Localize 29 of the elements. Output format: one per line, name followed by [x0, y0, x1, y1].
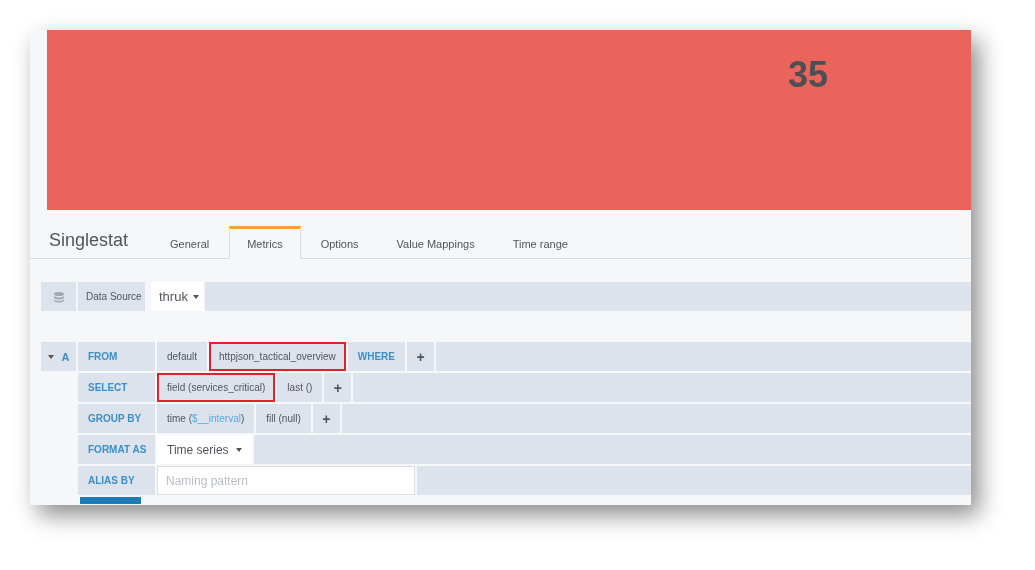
query-segment[interactable]: httpjson_tactical_overview: [209, 342, 346, 371]
query-keyword: GROUP BY: [78, 404, 155, 433]
query-keyword: FROM: [78, 342, 155, 371]
caret-icon: [236, 447, 242, 452]
add-button[interactable]: +: [312, 404, 340, 433]
database-icon: [52, 290, 65, 303]
editor-tab[interactable]: Time range: [494, 226, 586, 259]
query-keyword: ALIAS BY: [78, 466, 155, 495]
add-button[interactable]: +: [407, 342, 434, 371]
format-select[interactable]: Time series: [157, 435, 252, 464]
panel-type-title: Singlestat: [49, 230, 129, 252]
add-query-button[interactable]: [80, 497, 141, 504]
alias-input[interactable]: Naming pattern: [157, 466, 415, 495]
editor-tab[interactable]: General: [152, 226, 228, 259]
query-segment[interactable]: fill (null): [256, 404, 311, 433]
query-keyword: SELECT: [78, 373, 155, 402]
editor-tab[interactable]: Options: [302, 226, 377, 259]
query-segment[interactable]: time ($__interval): [157, 404, 255, 433]
stat-value: 35: [787, 54, 828, 96]
query-keyword: FORMAT AS: [78, 435, 155, 464]
query-segment[interactable]: default: [157, 342, 208, 371]
editor-tab[interactable]: Metrics: [229, 226, 301, 259]
data-source-select[interactable]: thruk: [151, 282, 203, 311]
data-source-label: Data Source: [78, 282, 145, 311]
add-button[interactable]: +: [324, 373, 352, 402]
query-segment[interactable]: field (services_critical): [157, 373, 276, 402]
editor-tab[interactable]: Value Mappings: [378, 226, 493, 259]
caret-icon: [192, 294, 199, 299]
query-segment[interactable]: last (): [277, 373, 323, 402]
